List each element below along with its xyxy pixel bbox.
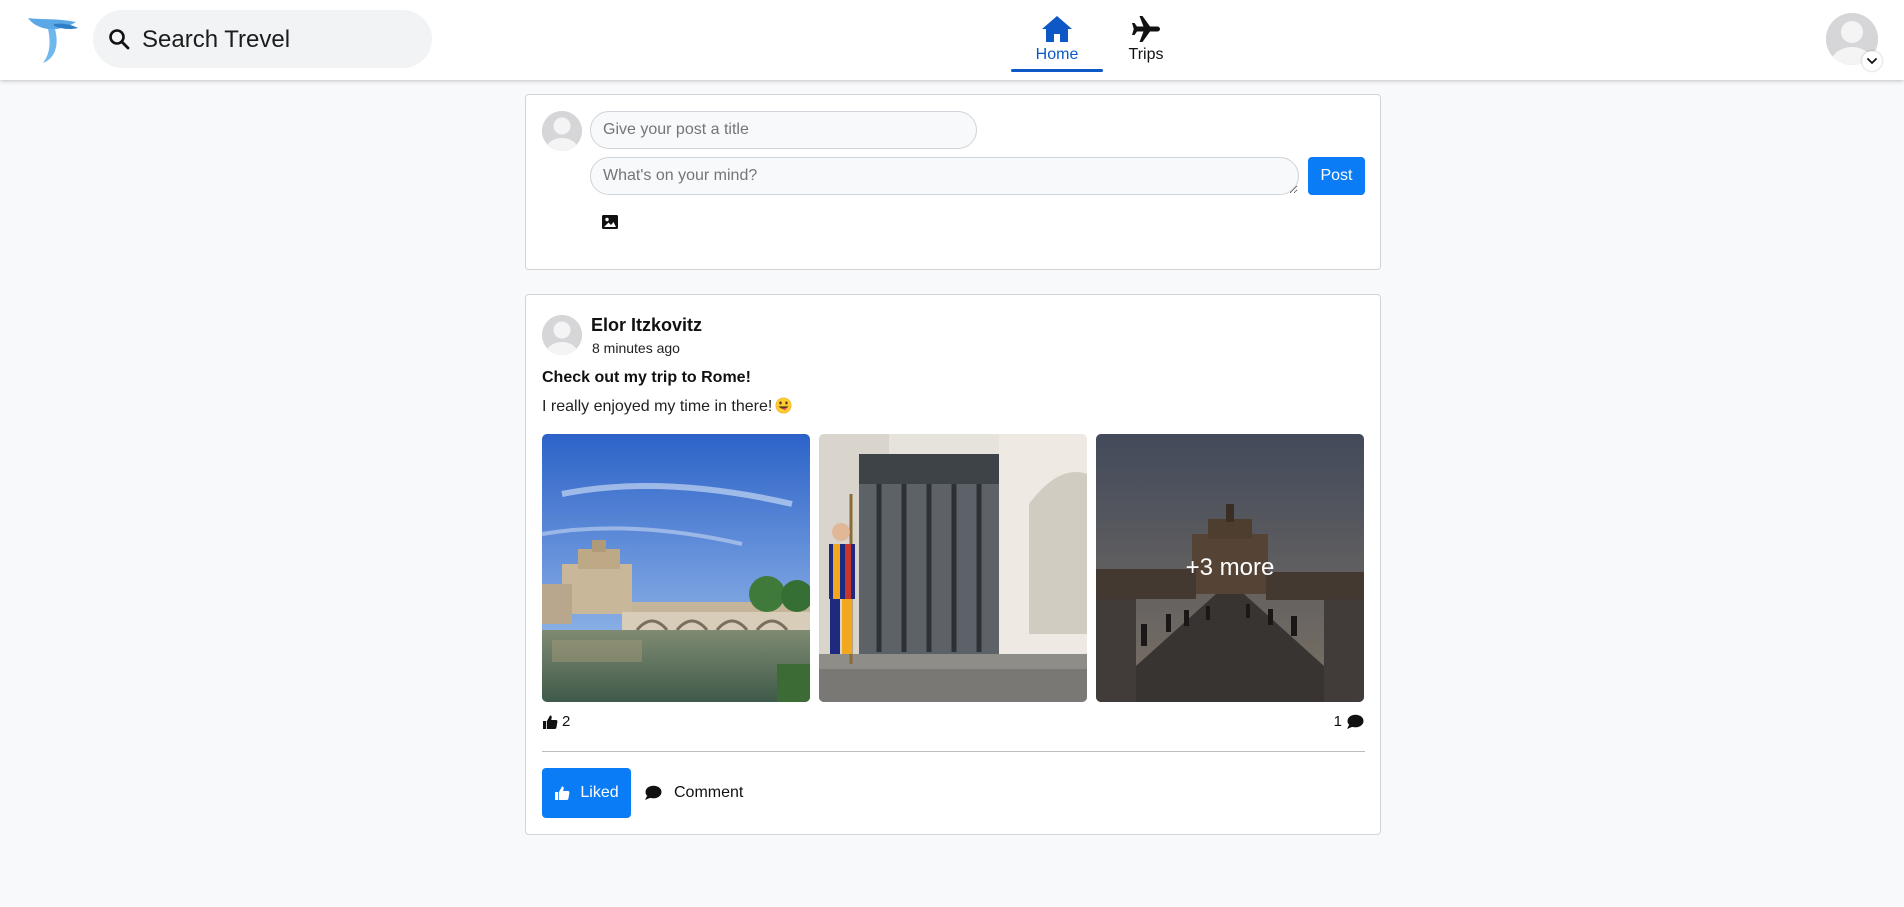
post-timestamp: 8 minutes ago xyxy=(592,340,680,356)
comment-button-label: Comment xyxy=(674,784,744,801)
thumbs-up-icon xyxy=(543,715,558,729)
top-navbar: Search Trevel Home Trips xyxy=(0,0,1904,80)
search-icon xyxy=(109,29,130,50)
tab-trips[interactable]: Trips xyxy=(1100,10,1192,70)
comments-count-value: 1 xyxy=(1333,713,1342,730)
comment-button[interactable]: Comment xyxy=(638,768,749,818)
image-icon[interactable] xyxy=(601,213,619,231)
post-title: Check out my trip to Rome! xyxy=(542,369,751,386)
active-tab-indicator xyxy=(1011,69,1103,72)
chevron-down-icon xyxy=(1867,58,1877,64)
airplane-icon xyxy=(1132,16,1160,42)
avatar-icon xyxy=(542,111,582,151)
post-photo[interactable] xyxy=(542,434,810,702)
post-button[interactable]: Post xyxy=(1308,157,1365,195)
more-photos-overlay[interactable]: +3 more xyxy=(1096,434,1364,702)
tab-trips-label: Trips xyxy=(1128,46,1164,63)
search-bar[interactable]: Search Trevel xyxy=(93,10,432,68)
comment-bubble-icon xyxy=(645,785,662,800)
travel-logo-icon[interactable] xyxy=(26,12,82,68)
tab-home[interactable]: Home xyxy=(1011,10,1103,72)
author-avatar[interactable] xyxy=(542,315,582,355)
post-photo[interactable] xyxy=(819,434,1087,702)
composer-avatar xyxy=(542,111,582,151)
post-author-name[interactable]: Elor Itzkovitz xyxy=(591,315,702,336)
likes-count[interactable]: 2 xyxy=(542,713,570,730)
home-icon xyxy=(1042,16,1072,42)
comment-bubble-icon xyxy=(1347,714,1364,729)
grinning-tongue-face-emoji xyxy=(775,397,792,414)
post-divider xyxy=(542,751,1365,752)
avatar-icon xyxy=(542,315,582,355)
like-button-label: Liked xyxy=(580,784,619,801)
swiss-guard-photo xyxy=(819,434,1087,702)
profile-menu-toggle[interactable] xyxy=(1862,51,1882,71)
likes-count-value: 2 xyxy=(562,713,571,730)
post-body: I really enjoyed my time in there! xyxy=(542,397,792,416)
post-body-text: I really enjoyed my time in there! xyxy=(542,398,773,415)
castel-sant-angelo-photo xyxy=(542,434,810,702)
thumbs-up-icon xyxy=(555,786,570,800)
post-photo-more[interactable]: +3 more xyxy=(1096,434,1364,702)
post-title-input[interactable] xyxy=(590,111,977,149)
search-input-text[interactable]: Search Trevel xyxy=(142,27,290,53)
like-button[interactable]: Liked xyxy=(542,768,631,818)
create-post-card: Post xyxy=(525,94,1381,270)
post-card: Elor Itzkovitz 8 minutes ago Check out m… xyxy=(525,294,1381,835)
post-body-input[interactable] xyxy=(590,157,1299,195)
tab-home-label: Home xyxy=(1035,46,1079,63)
comments-count[interactable]: 1 xyxy=(1334,713,1364,730)
